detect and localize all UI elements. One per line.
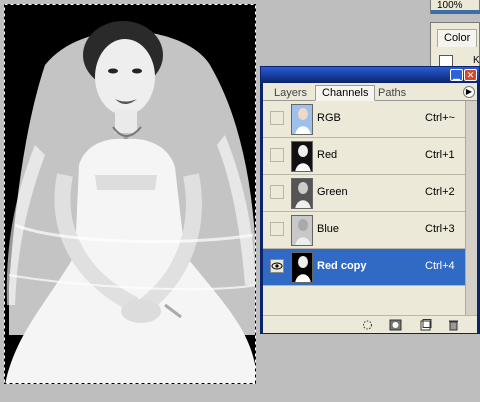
- channel-thumbnail: [291, 104, 313, 135]
- channel-row-red-copy[interactable]: Red copy Ctrl+4: [263, 249, 465, 286]
- channel-thumbnail: [291, 178, 313, 209]
- channel-name: Red copy: [317, 260, 367, 272]
- tab-channels[interactable]: Channels: [315, 85, 376, 101]
- channel-row-green[interactable]: Green Ctrl+2: [263, 175, 465, 212]
- visibility-toggle[interactable]: [270, 148, 284, 162]
- visibility-toggle[interactable]: [270, 185, 284, 199]
- channel-thumbnail: [291, 215, 313, 246]
- visibility-toggle[interactable]: [270, 111, 284, 125]
- palette-scrollbar[interactable]: [465, 101, 477, 315]
- tab-color[interactable]: Color: [437, 29, 477, 47]
- channel-row-blue[interactable]: Blue Ctrl+3: [263, 212, 465, 249]
- channel-name: Green: [317, 186, 348, 198]
- channel-row-rgb[interactable]: RGB Ctrl+~: [263, 101, 465, 138]
- load-selection-icon[interactable]: [361, 319, 374, 331]
- channel-shortcut: Ctrl+4: [425, 260, 455, 272]
- channel-name: RGB: [317, 112, 341, 124]
- eye-icon[interactable]: [270, 259, 284, 273]
- channel-shortcut: Ctrl+2: [425, 186, 455, 198]
- new-channel-icon[interactable]: [419, 319, 432, 331]
- channel-list: RGB Ctrl+~ Red Ctrl+1 Green Ctrl+2 Blue …: [263, 101, 465, 315]
- channel-letter: K: [473, 55, 480, 66]
- channel-shortcut: Ctrl+~: [425, 112, 455, 124]
- tab-layers[interactable]: Layers: [267, 85, 314, 101]
- channel-name: Blue: [317, 223, 340, 235]
- photoshop-workspace: 100% Color K ▁ ✕ Layers Channels Paths ▶: [0, 0, 480, 402]
- document-canvas[interactable]: [4, 4, 256, 384]
- navigator-bar: [431, 10, 480, 14]
- close-button[interactable]: ✕: [464, 69, 477, 81]
- palette-footer: [263, 315, 477, 333]
- visibility-toggle[interactable]: [270, 222, 284, 236]
- save-selection-icon[interactable]: [389, 319, 402, 331]
- channel-shortcut: Ctrl+1: [425, 149, 455, 161]
- channel-row-red[interactable]: Red Ctrl+1: [263, 138, 465, 175]
- channel-thumbnail: [291, 141, 313, 172]
- tab-paths[interactable]: Paths: [371, 85, 413, 101]
- palette-menu-icon[interactable]: ▶: [463, 86, 475, 98]
- channel-shortcut: Ctrl+3: [425, 223, 455, 235]
- channel-name: Red: [317, 149, 338, 161]
- palette-body: Layers Channels Paths ▶ RGB Ctrl+~ Red C…: [263, 83, 477, 333]
- trash-icon[interactable]: [447, 319, 460, 331]
- channel-thumbnail: [291, 252, 313, 283]
- bride-photo: [5, 5, 255, 383]
- channels-palette: ▁ ✕ Layers Channels Paths ▶ RGB Ctrl+~ R…: [260, 66, 480, 334]
- navigator-panel: 100%: [430, 0, 480, 14]
- palette-titlebar[interactable]: ▁ ✕: [261, 67, 479, 83]
- minimize-button[interactable]: ▁: [450, 69, 463, 81]
- palette-tabs: Layers Channels Paths ▶: [263, 83, 477, 101]
